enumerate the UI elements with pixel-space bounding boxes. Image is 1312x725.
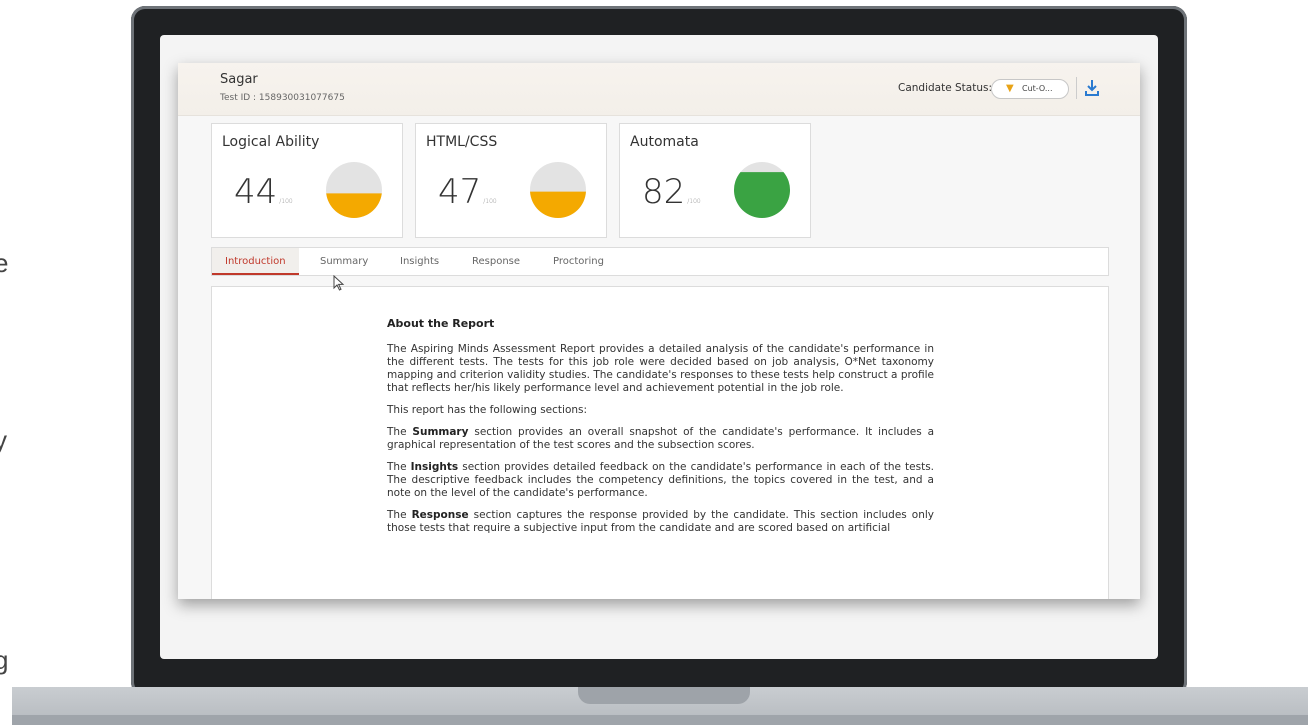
response-label: Response bbox=[411, 509, 469, 521]
card-score: 82/100 bbox=[642, 172, 701, 212]
score-value: 44 bbox=[234, 172, 278, 212]
report-body: About the Report The Aspiring Minds Asse… bbox=[387, 317, 934, 544]
score-gauge bbox=[530, 162, 586, 218]
report-content: About the Report The Aspiring Minds Asse… bbox=[211, 286, 1109, 599]
card-score: 44/100 bbox=[234, 172, 293, 212]
report-tabs: Introduction Summary Insights Response P… bbox=[211, 247, 1109, 276]
divider bbox=[1076, 77, 1077, 99]
score-gauge bbox=[734, 162, 790, 218]
score-value: 47 bbox=[438, 172, 482, 212]
card-title: HTML/CSS bbox=[426, 134, 498, 150]
score-denominator: /100 bbox=[483, 198, 497, 205]
report-window: Sagar Test ID : 158930031077675 Candidat… bbox=[178, 63, 1140, 599]
edge-glyph: e bbox=[0, 248, 9, 278]
text: The bbox=[387, 426, 407, 438]
card-title: Logical Ability bbox=[222, 134, 320, 150]
gauge-fill bbox=[734, 172, 790, 218]
score-card-logical-ability: Logical Ability 44/100 bbox=[211, 123, 403, 238]
text: section captures the response provided b… bbox=[387, 509, 934, 534]
candidate-status-dropdown[interactable]: ▼ Cut-O... bbox=[991, 79, 1069, 99]
candidate-status-value: Cut-O... bbox=[1022, 84, 1053, 93]
download-icon[interactable] bbox=[1084, 79, 1100, 97]
tab-introduction[interactable]: Introduction bbox=[212, 248, 299, 275]
tab-proctoring[interactable]: Proctoring bbox=[553, 248, 604, 275]
candidate-name: Sagar bbox=[220, 72, 258, 87]
response-description: The Response section captures the respon… bbox=[387, 509, 934, 535]
edge-glyph: g bbox=[0, 645, 9, 675]
thumbs-down-icon: ▼ bbox=[1006, 83, 1014, 94]
gauge-fill bbox=[530, 191, 586, 218]
card-title: Automata bbox=[630, 134, 699, 150]
score-gauge bbox=[326, 162, 382, 218]
score-denominator: /100 bbox=[279, 198, 293, 205]
summary-label: Summary bbox=[412, 426, 469, 438]
report-heading: About the Report bbox=[387, 317, 495, 330]
summary-description: The Summary section provides an overall … bbox=[387, 426, 934, 452]
test-id: Test ID : 158930031077675 bbox=[220, 93, 345, 103]
insights-label: Insights bbox=[410, 461, 459, 473]
gauge-fill bbox=[326, 193, 382, 218]
edge-glyph: y bbox=[0, 425, 7, 455]
report-header: Sagar Test ID : 158930031077675 Candidat… bbox=[178, 63, 1140, 116]
insights-description: The Insights section provides detailed f… bbox=[387, 461, 934, 500]
text: section provides an overall snapshot of … bbox=[387, 426, 935, 451]
tab-summary[interactable]: Summary bbox=[320, 248, 368, 275]
text: section provides detailed feedback on th… bbox=[387, 461, 935, 499]
report-sections-line: This report has the following sections: bbox=[387, 404, 588, 416]
candidate-status-label: Candidate Status: bbox=[898, 82, 993, 94]
laptop-notch bbox=[578, 687, 750, 704]
text: The bbox=[387, 461, 407, 473]
score-card-html-css: HTML/CSS 47/100 bbox=[415, 123, 607, 238]
card-score: 47/100 bbox=[438, 172, 497, 212]
tab-response[interactable]: Response bbox=[472, 248, 520, 275]
laptop-screen: Sagar Test ID : 158930031077675 Candidat… bbox=[160, 35, 1158, 659]
tab-insights[interactable]: Insights bbox=[400, 248, 439, 275]
report-intro: The Aspiring Minds Assessment Report pro… bbox=[387, 343, 934, 394]
score-value: 82 bbox=[642, 172, 686, 212]
score-denominator: /100 bbox=[687, 198, 701, 205]
score-card-automata: Automata 82/100 bbox=[619, 123, 811, 238]
mouse-cursor-icon bbox=[333, 275, 345, 291]
text: The bbox=[387, 509, 407, 521]
